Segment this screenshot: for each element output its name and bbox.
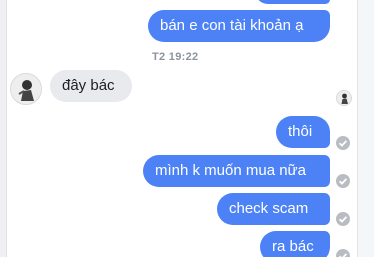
check-circle-icon: [336, 249, 350, 257]
user-avatar-icon[interactable]: [10, 73, 42, 105]
check-circle-icon: [336, 136, 350, 150]
check-circle-icon: [336, 212, 350, 226]
check-circle-icon: [336, 174, 350, 188]
left-panel-edge: [0, 0, 7, 257]
message-bubble-outgoing[interactable]: ra bác: [260, 231, 330, 257]
message-text: mình k muốn mua nữa: [155, 162, 306, 179]
message-text: check scam: [229, 200, 309, 217]
message-text: đây bác: [62, 77, 115, 94]
message-text: bán e con tài khoản ạ: [160, 17, 304, 34]
message-timestamp: T2 19:22: [152, 51, 199, 63]
message-bubble-outgoing[interactable]: bán e con tài khoản ạ: [148, 10, 330, 42]
chat-scrollbar[interactable]: [357, 0, 374, 257]
message-bubble-outgoing[interactable]: mình k muốn mua nữa: [143, 155, 330, 187]
chat-window: bán e con tài khoản ạ T2 19:22 đây bác t…: [0, 0, 374, 257]
seen-avatar-icon: [336, 90, 352, 106]
message-bubble-outgoing[interactable]: check scam: [217, 193, 330, 225]
message-text: thôi: [288, 123, 313, 140]
message-text: ra bác: [272, 238, 314, 255]
message-bubble-incoming[interactable]: đây bác: [50, 70, 132, 102]
message-bubble-outgoing[interactable]: thôi: [276, 116, 330, 148]
message-bubble-outgoing-partial[interactable]: [255, 0, 330, 4]
